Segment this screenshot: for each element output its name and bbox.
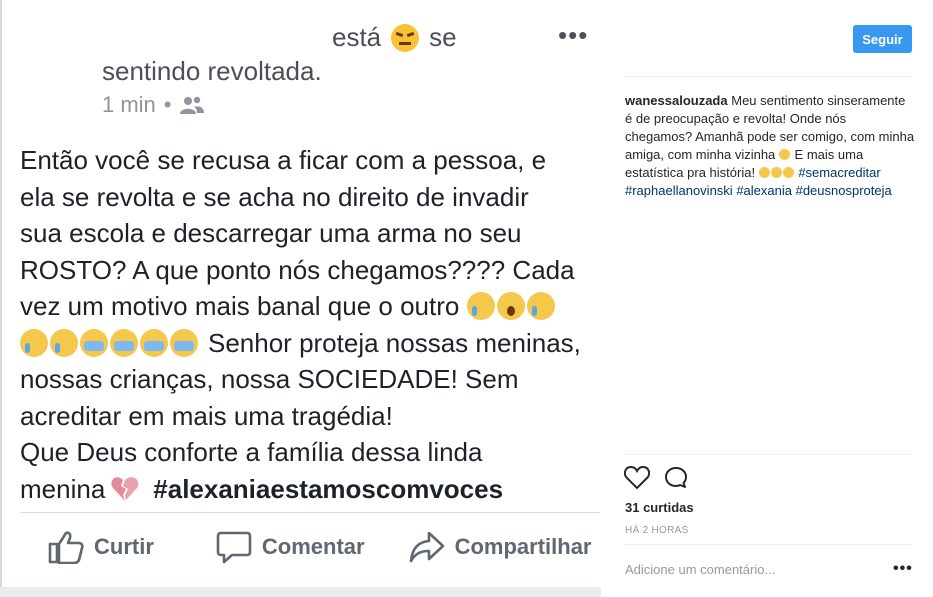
- fb-post-line: vez um motivo mais banal que o outro: [20, 288, 600, 325]
- fb-post-line: Então você se recusa a ficar com a pesso…: [20, 145, 547, 175]
- fb-post-line-text: menina: [20, 473, 106, 504]
- image-edge: [0, 0, 2, 597]
- comment-input[interactable]: [625, 562, 875, 577]
- fb-share-action: Compartilhar: [409, 530, 592, 564]
- crying-face-icon: [467, 292, 496, 321]
- fb-hashtag: #alexaniaestamoscomvoces: [153, 473, 504, 504]
- shared-post-image: está se ••• sentindo revoltada. 1 min • …: [0, 0, 601, 597]
- post-caption: wanessalouzada Meu sentimento sinseramen…: [625, 92, 915, 200]
- sobbing-face-icon: [170, 328, 198, 357]
- fb-more-options-icon: •••: [558, 20, 589, 50]
- fb-meta-separator: •: [163, 92, 172, 117]
- heart-icon[interactable]: [624, 466, 650, 490]
- pensive-face-icon: [778, 149, 790, 160]
- instagram-side-panel: Seguir wanessalouzada Meu sentimento sin…: [601, 0, 933, 597]
- likes-count[interactable]: 31 curtidas: [625, 500, 694, 515]
- speech-bubble-icon: [216, 531, 252, 564]
- post-timestamp: HÁ 2 HORAS: [625, 525, 689, 536]
- fb-comment-action: Comentar: [216, 530, 365, 564]
- hashtag-link[interactable]: #raphaellanovinski: [625, 183, 733, 198]
- share-arrow-icon: [409, 531, 444, 563]
- fb-post-time: 1 min: [102, 92, 156, 117]
- fb-status-suffix: se: [429, 22, 457, 52]
- screaming-face-icon: [497, 292, 526, 321]
- hashtag-link[interactable]: #deusnosproteja: [796, 183, 892, 198]
- fb-like-action: Curtir: [48, 530, 154, 564]
- fb-status-line: está se: [332, 22, 457, 53]
- fb-post-body: Então você se recusa a ficar com a pesso…: [20, 142, 600, 507]
- fb-post-line: acreditar em mais uma tragédia!: [20, 400, 393, 431]
- fb-share-label: Compartilhar: [454, 534, 592, 559]
- post-action-icons: [624, 466, 688, 490]
- crying-face-icon: [770, 167, 782, 178]
- crying-face-icon: [50, 328, 78, 357]
- image-bottom-bar: [0, 587, 601, 597]
- fb-post-line: menina #alexaniaestamoscomvoces: [20, 471, 600, 508]
- thumbs-up-icon: [48, 531, 84, 564]
- fb-post-line: Que Deus conforte a família dessa linda: [20, 437, 483, 467]
- more-options-icon[interactable]: •••: [893, 560, 913, 578]
- sobbing-face-icon: [140, 328, 168, 357]
- sobbing-face-icon: [110, 328, 138, 357]
- fb-post-meta: 1 min •: [102, 92, 204, 118]
- fb-post-line: Senhor proteja nossas meninas,: [20, 325, 600, 362]
- broken-heart-icon: [111, 477, 139, 501]
- follow-button[interactable]: Seguir: [853, 25, 912, 53]
- fb-like-label: Curtir: [94, 534, 154, 559]
- fb-comment-label: Comentar: [261, 534, 365, 559]
- fb-post-line-text: Senhor proteja nossas meninas,: [208, 327, 581, 358]
- crying-face-icon: [758, 167, 770, 178]
- fb-post-line: ela se revolta e se acha no direito de i…: [20, 181, 529, 212]
- fb-status-prefix: está: [332, 22, 382, 52]
- fb-post-line: nossas crianças, nossa SOCIEDADE! Sem: [20, 364, 519, 394]
- fb-post-line: ROSTO? A que ponto nós chegamos???? Cada: [20, 254, 575, 285]
- crying-face-icon: [782, 167, 794, 178]
- divider: [624, 76, 912, 77]
- angry-face-icon: [391, 23, 420, 52]
- comment-icon[interactable]: [664, 466, 688, 490]
- crying-face-icon: [20, 328, 48, 357]
- divider: [624, 454, 912, 455]
- hashtag-link[interactable]: #alexania: [736, 183, 792, 198]
- fb-post-line: sua escola e descarregar uma arma no seu: [20, 218, 522, 248]
- divider: [624, 544, 912, 545]
- friends-audience-icon: [179, 96, 204, 114]
- fb-post-line-text: vez um motivo mais banal que o outro: [20, 291, 460, 321]
- fb-action-bar: Curtir Comentar Compartilhar: [48, 530, 592, 564]
- caption-username-link[interactable]: wanessalouzada: [625, 93, 728, 108]
- fb-divider: [20, 512, 600, 513]
- crying-face-icon: [527, 292, 556, 321]
- fb-feeling-text: sentindo revoltada.: [102, 56, 322, 86]
- sobbing-face-icon: [80, 328, 108, 357]
- hashtag-link[interactable]: #semacreditar: [798, 165, 880, 180]
